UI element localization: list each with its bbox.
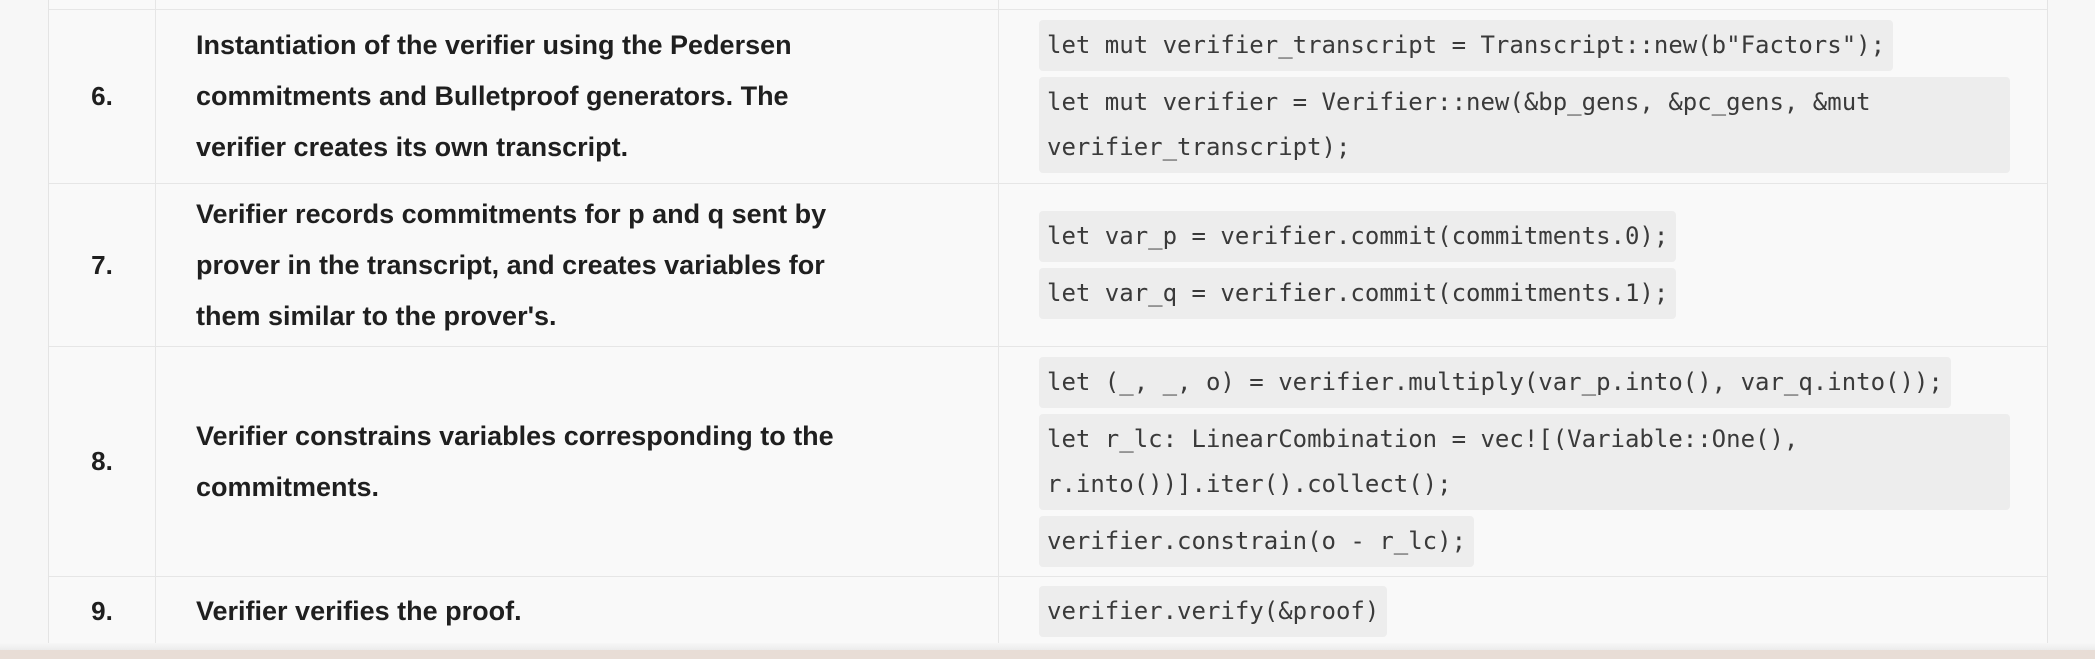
code-snippet: let r_lc: LinearCombination = vec![(Vari… — [1039, 413, 2010, 510]
step-description-cell — [156, 0, 999, 9]
code-snippet: let var_p = verifier.commit(commitments.… — [1039, 211, 1677, 262]
step-number: 9. — [49, 577, 156, 646]
step-description: Verifier constrains variables correspond… — [196, 420, 834, 502]
step-description: Instantiation of the verifier using the … — [196, 30, 792, 162]
step-code-cell: let mut verifier_transcript = Transcript… — [999, 10, 2047, 183]
code-snippet: let var_q = verifier.commit(commitments.… — [1039, 268, 1677, 319]
step-description-cell: Verifier verifies the proof. — [156, 577, 999, 646]
step-code-cell: let (_, _, o) = verifier.multiply(var_p.… — [999, 347, 2047, 576]
page-bottom-edge — [0, 650, 2095, 659]
step-number: 8. — [49, 347, 156, 576]
step-description-cell: Verifier constrains variables correspond… — [156, 347, 999, 576]
table-row: 8. Verifier constrains variables corresp… — [49, 346, 2047, 576]
step-description-cell: Verifier records commitments for p and q… — [156, 184, 999, 346]
code-snippet: let mut verifier = Verifier::new(&bp_gen… — [1039, 77, 2010, 173]
step-description-cell: Instantiation of the verifier using the … — [156, 10, 999, 183]
step-description: Verifier records commitments for p and q… — [196, 198, 827, 331]
table-row: 9. Verifier verifies the proof. verifier… — [49, 576, 2047, 646]
page-bottom-shadow — [0, 643, 2095, 650]
code-snippet: verifier.constrain(o - r_lc); — [1039, 515, 1475, 567]
table-row-previous-edge — [49, 0, 2047, 9]
step-code-cell: let var_p = verifier.commit(commitments.… — [999, 184, 2047, 346]
code-snippet: verifier.verify(&proof) — [1039, 586, 1388, 637]
code-snippet: let (_, _, o) = verifier.multiply(var_p.… — [1039, 356, 1951, 408]
steps-table: 6. Instantiation of the verifier using t… — [48, 0, 2048, 646]
code-snippet: let mut verifier_transcript = Transcript… — [1039, 20, 1894, 71]
table-row: 7. Verifier records commitments for p an… — [49, 183, 2047, 346]
step-code-cell: verifier.verify(&proof) — [999, 577, 2047, 646]
step-description: Verifier verifies the proof. — [196, 596, 522, 626]
step-number: 6. — [49, 10, 156, 183]
step-code-cell — [999, 0, 2047, 9]
step-number-cell — [49, 0, 156, 9]
step-number: 7. — [49, 184, 156, 346]
page: 6. Instantiation of the verifier using t… — [0, 0, 2095, 659]
table-row: 6. Instantiation of the verifier using t… — [49, 9, 2047, 183]
